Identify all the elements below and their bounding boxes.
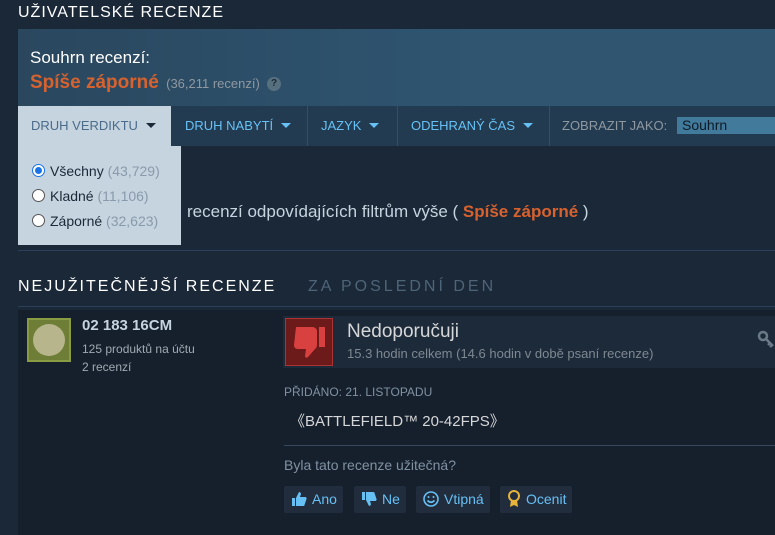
summary-verdict-text: Spíše záporné [30,72,159,93]
helpful-reviews-title: NEJUŽITEČNĚJŠÍ RECENZE [18,278,277,295]
vote-yes-button[interactable]: Ano [284,486,343,513]
summary-verdict: Spíše záporné (36,211 recenzí) ? [30,72,282,94]
radio-label: Kladné [50,188,94,204]
radio-option-negative[interactable]: Záporné (32,623) [32,213,158,229]
chevron-down-icon [145,123,156,128]
radio-count: (43,729) [107,163,160,179]
review-summary: Souhrn recenzí: Spíše záporné (36,211 re… [18,29,775,106]
avatar[interactable] [27,318,71,362]
smiley-icon [423,491,439,507]
thumbs-down-icon [362,492,377,506]
review-posted-date: PŘIDÁNO: 21. LISTOPADU [284,385,433,399]
reviewer-products[interactable]: 125 produktů na účtu [82,342,195,356]
filter-acquisition[interactable]: DRUH NABYTÍ [172,106,308,146]
radio-button[interactable] [32,164,45,177]
summary-label: Souhrn recenzí: [30,48,151,67]
vote-funny-button[interactable]: Vtipná [416,486,490,513]
award-icon [508,490,520,507]
match-text: recenzí odpovídajících filtrům výše ( [187,202,459,221]
review-hours: 15.3 hodin celkem (14.6 hodin v době psa… [347,346,654,361]
divider [284,445,775,446]
chevron-down-icon [369,123,380,128]
filter-language-label: JAZYK [321,118,362,133]
verdict-dropdown: Všechny (43,729) Kladné (11,106) Záporné… [18,146,181,245]
review-text: 《BATTLEFIELD™ 20-42FPS》 [290,413,505,430]
filter-playtime-label: ODEHRANÝ ČAS [411,118,516,133]
filter-language[interactable]: JAZYK [308,106,398,146]
section-title: UŽIVATELSKÉ RECENZE [18,4,224,21]
reviewer-reviews[interactable]: 2 recenzí [82,360,131,374]
filter-verdict-type[interactable]: DRUH VERDIKTU [18,106,171,146]
question-icon[interactable]: ? [267,77,282,91]
divider [18,250,775,251]
radio-button[interactable] [32,214,45,227]
filter-acquisition-label: DRUH NABYTÍ [185,118,274,133]
radio-label: Záporné [50,213,103,229]
display-as-select[interactable]: Souhrn [677,117,775,134]
filter-match-text: recenzí odpovídajících filtrům výše ( Sp… [187,202,589,222]
reviews-page: UŽIVATELSKÉ RECENZE Souhrn recenzí: Spíš… [0,0,775,535]
award-label: Ocenit [526,491,567,507]
summary-count: (36,211 recenzí) [166,76,260,91]
radio-option-all[interactable]: Všechny (43,729) [32,163,160,179]
match-verdict: Spíše záporné [462,202,579,221]
vote-no-button[interactable]: Ne [354,486,406,513]
thumbs-up-icon [292,492,307,506]
vote-yes-label: Ano [312,491,337,507]
vote-no-label: Ne [382,491,400,507]
filter-playtime[interactable]: ODEHRANÝ ČAS [398,106,550,146]
radio-count: (11,106) [97,188,149,204]
radio-count: (32,623) [106,213,159,229]
filter-verdict-type-label: DRUH VERDIKTU [31,118,138,133]
review-verdict-header[interactable]: Nedoporučuji 15.3 hodin celkem (14.6 hod… [283,316,775,368]
thumbs-down-icon [285,318,333,366]
reviewer-name[interactable]: 02 183 16CM [82,317,172,334]
key-icon [757,330,775,350]
review-verdict: Nedoporučuji [347,321,459,342]
radio-button[interactable] [32,189,45,202]
helpful-question: Byla tato recenze užitečná? [284,457,456,473]
avatar-image [33,324,65,356]
display-as-label: ZOBRAZIT JAKO: [562,118,668,133]
award-button[interactable]: Ocenit [500,486,573,513]
divider [18,306,775,307]
radio-label: Všechny [50,163,104,179]
chevron-down-icon [281,123,292,128]
helpful-period-link[interactable]: ZA POSLEDNÍ DEN [308,278,496,296]
chevron-down-icon [523,123,534,128]
filter-bar: DRUH VERDIKTU DRUH NABYTÍ JAZYK ODEHRANÝ… [18,106,775,146]
match-close: ) [582,202,589,221]
radio-option-positive[interactable]: Kladné (11,106) [32,188,149,204]
vote-funny-label: Vtipná [444,491,484,507]
